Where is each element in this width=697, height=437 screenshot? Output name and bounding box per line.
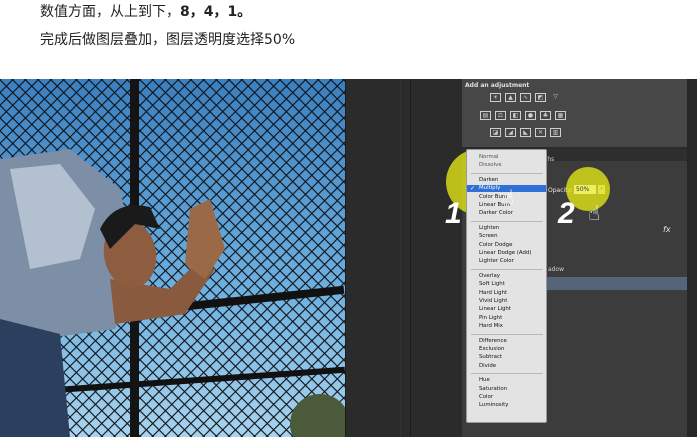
photoshop-screenshot: Add an adjustment ☀ ▲ ∿ ◩ ▽ ▤ ⚖ ◧ ● ♣ ▦ … [0, 79, 697, 437]
menu-separator [471, 220, 543, 222]
layer-row-label[interactable]: adow [548, 266, 564, 273]
blend-mode-item[interactable]: Hue [479, 377, 490, 384]
blend-mode-item[interactable]: Color [479, 394, 493, 401]
divider-2 [400, 79, 401, 437]
blend-mode-item[interactable]: Pin Light [479, 315, 502, 322]
blend-mode-item[interactable]: Linear Light [479, 306, 511, 313]
blend-mode-item[interactable]: Luminosity [479, 402, 508, 409]
threshold-icon[interactable]: ◣ [520, 128, 531, 137]
exposure-icon[interactable]: ◩ [535, 93, 546, 102]
selective-color-icon[interactable]: ✕ [535, 128, 546, 137]
menu-separator [471, 333, 543, 335]
opacity-input-highlighted[interactable]: 50% [574, 185, 596, 194]
blend-mode-item[interactable]: Difference [479, 338, 507, 345]
blend-mode-item[interactable]: Linear Dodge (Add) [479, 250, 531, 257]
levels-icon[interactable]: ▲ [505, 93, 516, 102]
pointer-hand-icon: ☝ [588, 201, 601, 225]
blend-mode-item[interactable]: Hard Mix [479, 323, 503, 330]
blend-mode-item[interactable]: Soft Light [479, 281, 505, 288]
invert-icon[interactable]: ◪ [490, 128, 501, 137]
hue-saturation-icon[interactable]: ▤ [480, 111, 491, 120]
instruction-values: 8，4，1。 [180, 4, 252, 20]
vibrance-icon[interactable]: ▽ [550, 93, 561, 102]
blend-mode-item[interactable]: Saturation [479, 386, 507, 393]
color-lookup-icon[interactable]: ▦ [555, 111, 566, 120]
instruction-prefix: 数值方面，从上到下， [40, 4, 180, 20]
adjustment-icons-row-1: ☀ ▲ ∿ ◩ ▽ [490, 93, 561, 102]
adjustments-title: Add an adjustment [465, 82, 530, 89]
runner-photo [0, 79, 345, 437]
blend-mode-item[interactable]: Color Dodge [479, 242, 512, 249]
channel-mixer-icon[interactable]: ♣ [540, 111, 551, 120]
adjustment-icons-row-2: ▤ ⚖ ◧ ● ♣ ▦ [480, 111, 566, 120]
color-balance-icon[interactable]: ⚖ [495, 111, 506, 120]
divider-3 [410, 79, 411, 437]
divider-1 [345, 79, 346, 437]
selected-layer-row[interactable] [545, 277, 687, 290]
blend-mode-item[interactable]: Vivid Light [479, 298, 507, 305]
step-2-number: 2 [558, 197, 575, 230]
blend-mode-item[interactable]: Hard Light [479, 290, 507, 297]
gradient-map-icon[interactable]: ▥ [550, 128, 561, 137]
fx-icon[interactable]: fx [663, 225, 671, 234]
blend-mode-item[interactable]: Dissolve [479, 162, 502, 169]
blend-mode-item[interactable]: Overlay [479, 273, 500, 280]
blend-mode-item[interactable]: Darker Color [479, 210, 513, 217]
adjustment-icons-row-3: ◪ ◢ ◣ ✕ ▥ [490, 128, 561, 137]
menu-separator [471, 268, 543, 270]
menu-separator [471, 172, 543, 174]
brightness-icon[interactable]: ☀ [490, 93, 501, 102]
checkmark-icon: ✓ [470, 185, 476, 193]
blend-mode-item[interactable]: Subtract [479, 354, 502, 361]
photo-filter-icon[interactable]: ● [525, 111, 536, 120]
step-1-number: 1 [445, 197, 462, 230]
black-white-icon[interactable]: ◧ [510, 111, 521, 120]
blend-mode-item[interactable]: Lighter Color [479, 258, 514, 265]
curves-icon[interactable]: ∿ [520, 93, 531, 102]
right-edge-strip [687, 79, 697, 437]
menu-separator [471, 373, 543, 375]
posterize-icon[interactable]: ◢ [505, 128, 516, 137]
pointer-hand-icon: ☝ [502, 185, 515, 209]
blend-mode-item[interactable]: Darken [479, 177, 498, 184]
blend-mode-item[interactable]: Divide [479, 363, 496, 370]
instruction-line-1: 数值方面，从上到下，8，4，1。 [40, 2, 251, 22]
instruction-line-2: 完成后做图层叠加，图层透明度选择50% [40, 32, 296, 48]
blend-mode-item[interactable]: Lighten [479, 225, 499, 232]
blend-mode-item[interactable]: Screen [479, 233, 498, 240]
blend-mode-item[interactable]: Exclusion [479, 346, 504, 353]
blend-mode-item[interactable]: Normal [479, 154, 499, 161]
